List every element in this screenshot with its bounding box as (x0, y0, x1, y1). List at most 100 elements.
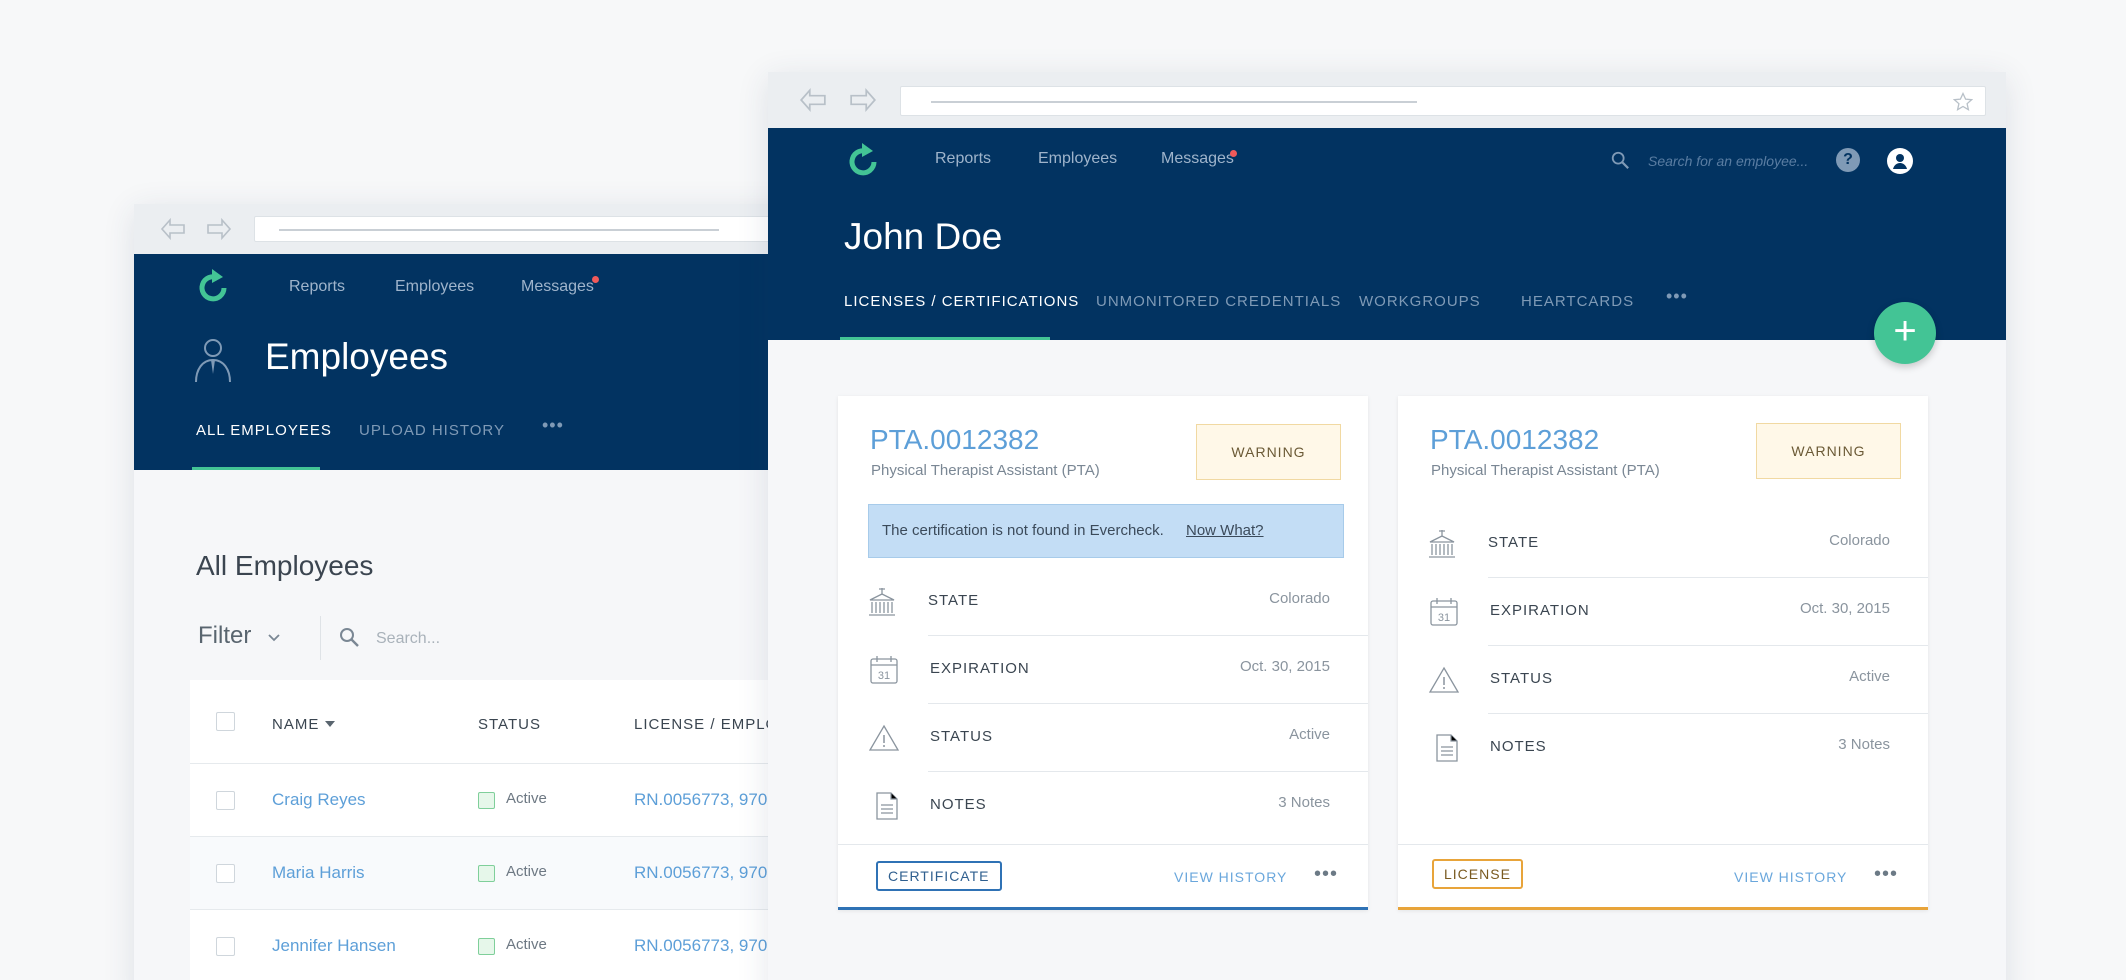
document-icon (1436, 734, 1458, 762)
messages-notification-dot (1230, 150, 1237, 157)
help-icon[interactable]: ? (1836, 148, 1860, 172)
user-avatar-icon[interactable] (1887, 148, 1913, 174)
field-state: STATE Colorado (838, 568, 1368, 636)
view-history-link[interactable]: VIEW HISTORY (1734, 869, 1847, 885)
warning-badge: WARNING (1196, 424, 1341, 480)
status-indicator (478, 938, 495, 955)
field-label: EXPIRATION (1490, 602, 1590, 619)
warning-triangle-icon (1428, 666, 1460, 693)
page-title: Employees (265, 336, 449, 377)
field-notes: NOTES 3 Notes (838, 772, 1368, 840)
nav-reports[interactable]: Reports (935, 150, 991, 168)
employee-name-link[interactable]: Craig Reyes (272, 790, 366, 810)
license-number-link[interactable]: PTA.0012382 (1430, 424, 1599, 456)
back-arrow-icon[interactable] (160, 216, 186, 242)
table-row[interactable]: Jennifer Hansen Active RN.0056773, 970 (190, 910, 814, 980)
field-label: STATUS (1490, 670, 1553, 687)
field-value: 3 Notes (1838, 736, 1890, 753)
field-label: STATUS (930, 728, 993, 745)
filter-dropdown[interactable]: Filter (198, 622, 251, 650)
back-arrow-icon[interactable] (798, 86, 828, 114)
field-value: Oct. 30, 2015 (1239, 658, 1330, 675)
license-type-badge: LICENSE (1432, 859, 1523, 889)
more-tabs-button[interactable]: ••• (1666, 286, 1688, 307)
now-what-link[interactable]: Now What? (1186, 522, 1264, 539)
column-header-name[interactable]: NAME (272, 716, 319, 733)
tab-all-employees[interactable]: ALL EMPLOYEES (196, 422, 332, 439)
forward-arrow-icon[interactable] (848, 86, 878, 114)
employee-status: Active (506, 936, 547, 953)
row-checkbox[interactable] (216, 791, 235, 810)
nav-employees[interactable]: Employees (1038, 150, 1117, 168)
search-icon[interactable] (1610, 150, 1630, 170)
person-name: John Doe (844, 216, 1003, 257)
calendar-icon: 31 (1430, 598, 1458, 626)
browser-chrome (134, 204, 814, 254)
employee-status: Active (506, 790, 547, 807)
credential-card-certificate: PTA.0012382 Physical Therapist Assistant… (838, 396, 1368, 910)
calendar-icon: 31 (870, 656, 898, 684)
bookmark-star-icon[interactable] (1953, 92, 1973, 112)
card-footer: CERTIFICATE VIEW HISTORY ••• (838, 844, 1368, 910)
tab-licenses-certifications[interactable]: LICENSES / CERTIFICATIONS (844, 293, 1079, 310)
employee-detail-browser-window: Reports Employees Messages Search for an… (768, 72, 2006, 980)
status-indicator (478, 865, 495, 882)
column-header-status[interactable]: STATUS (478, 716, 541, 733)
more-options-button[interactable]: ••• (1874, 863, 1898, 886)
employee-license-link[interactable]: RN.0056773, 970 (634, 936, 767, 956)
employee-search-input[interactable]: Search... (376, 630, 440, 648)
field-expiration: 31 EXPIRATION Oct. 30, 2015 (838, 636, 1368, 704)
tab-heartcards[interactable]: HEARTCARDS (1521, 293, 1634, 310)
url-bar[interactable] (900, 86, 1986, 116)
field-label: EXPIRATION (930, 660, 1030, 677)
select-all-checkbox[interactable] (216, 712, 235, 731)
table-row[interactable]: Craig Reyes Active RN.0056773, 970 (190, 764, 814, 837)
warning-badge: WARNING (1756, 423, 1901, 479)
app-header: Reports Employees Messages Employees ALL… (134, 254, 814, 470)
tab-workgroups[interactable]: WORKGROUPS (1359, 293, 1481, 310)
nav-employees[interactable]: Employees (395, 278, 474, 296)
employee-name-link[interactable]: Maria Harris (272, 863, 365, 883)
evercheck-logo-icon[interactable] (194, 266, 234, 310)
add-credential-button[interactable]: + (1874, 302, 1936, 364)
column-header-license[interactable]: LICENSE / EMPLOY (634, 716, 789, 733)
employee-license-link[interactable]: RN.0056773, 970 (634, 863, 767, 883)
row-checkbox[interactable] (216, 864, 235, 883)
state-building-icon (869, 588, 895, 616)
employee-search-input[interactable]: Search for an employee... (1648, 153, 1808, 169)
employee-person-icon (195, 339, 231, 382)
tab-upload-history[interactable]: UPLOAD HISTORY (359, 422, 505, 439)
alert-text: The certification is not found in Everch… (882, 522, 1164, 539)
chevron-down-icon[interactable] (266, 630, 282, 646)
app-header: Reports Employees Messages Search for an… (768, 128, 2006, 340)
field-value: Active (1289, 726, 1330, 743)
field-value: Active (1849, 668, 1890, 685)
url-bar[interactable] (254, 216, 814, 242)
status-indicator (478, 792, 495, 809)
forward-arrow-icon[interactable] (206, 216, 232, 242)
tab-unmonitored-credentials[interactable]: UNMONITORED CREDENTIALS (1096, 293, 1341, 310)
employees-browser-window: Reports Employees Messages Employees ALL… (134, 204, 814, 980)
view-history-link[interactable]: VIEW HISTORY (1174, 869, 1287, 885)
more-tabs-button[interactable]: ••• (542, 415, 564, 436)
row-checkbox[interactable] (216, 937, 235, 956)
field-value: Colorado (1829, 532, 1890, 549)
license-title: Physical Therapist Assistant (PTA) (871, 462, 1100, 479)
nav-messages[interactable]: Messages (1161, 150, 1234, 168)
employee-name-link[interactable]: Jennifer Hansen (272, 936, 396, 956)
employee-license-link[interactable]: RN.0056773, 970 (634, 790, 767, 810)
evercheck-logo-icon[interactable] (844, 140, 884, 184)
alert-banner: The certification is not found in Everch… (868, 504, 1344, 558)
field-label: STATE (928, 592, 980, 609)
nav-reports[interactable]: Reports (289, 278, 345, 296)
search-icon (340, 628, 359, 647)
license-number-link[interactable]: PTA.0012382 (870, 424, 1039, 456)
table-row[interactable]: Maria Harris Active RN.0056773, 970 (190, 837, 814, 910)
nav-messages[interactable]: Messages (521, 278, 594, 296)
sort-down-icon[interactable] (324, 718, 336, 730)
field-state: STATE Colorado (1398, 510, 1928, 578)
url-placeholder-line (279, 229, 719, 231)
more-options-button[interactable]: ••• (1314, 863, 1338, 886)
field-value: Colorado (1269, 590, 1330, 607)
warning-triangle-icon (868, 724, 900, 751)
